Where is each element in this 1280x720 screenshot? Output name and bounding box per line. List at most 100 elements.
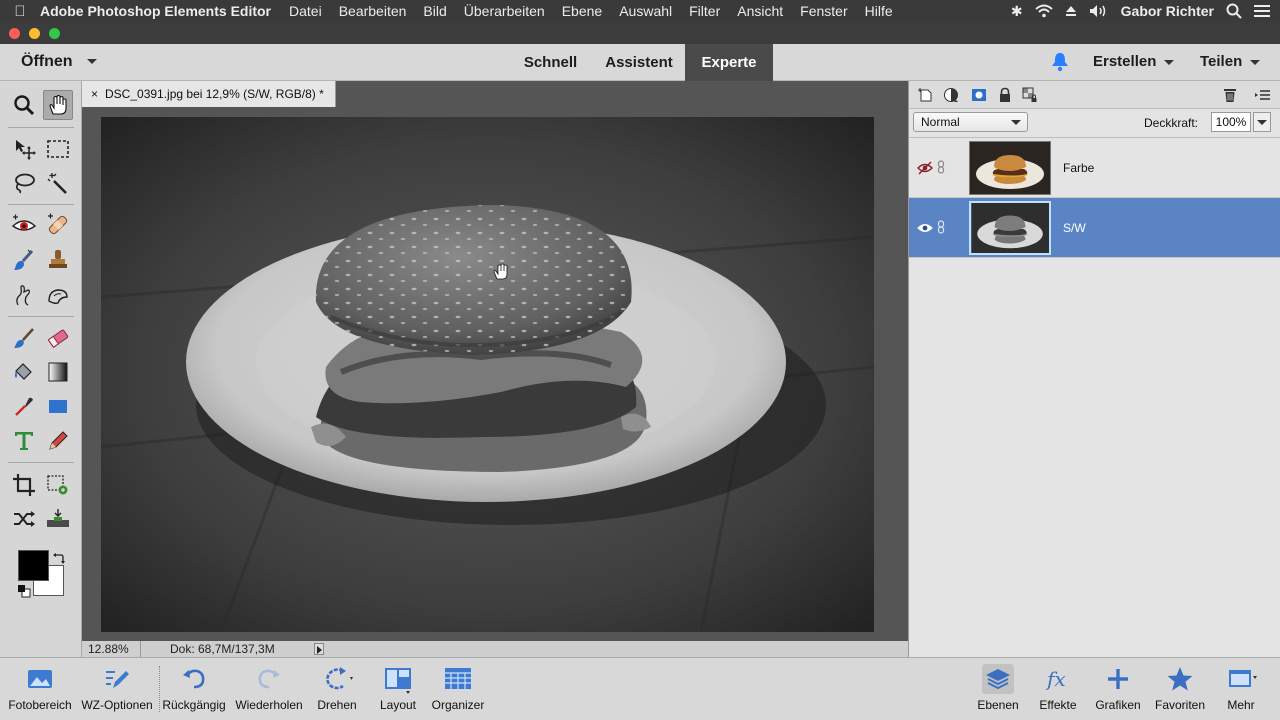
paint-bucket-tool[interactable]: [9, 357, 39, 387]
foreground-color-swatch[interactable]: [18, 550, 49, 581]
volume-icon[interactable]: [1089, 4, 1109, 18]
hand-tool[interactable]: [43, 90, 73, 120]
blur-tool[interactable]: [9, 280, 39, 310]
chevron-down-icon[interactable]: [87, 59, 97, 64]
stamp-icon: [49, 250, 67, 268]
document-tab[interactable]: × DSC_0391.jpg bei 12,9% (S/W, RGB/8) *: [82, 81, 336, 107]
opacity-input[interactable]: 100%: [1211, 112, 1251, 132]
organizer-button[interactable]: Organizer: [427, 664, 489, 712]
menu-bild[interactable]: Bild: [423, 3, 446, 19]
layer-row-sw[interactable]: S/W: [909, 198, 1280, 258]
toolbar-divider: [8, 127, 74, 128]
undo-button[interactable]: Rückgängig: [158, 664, 230, 712]
menu-ansicht[interactable]: Ansicht: [737, 3, 783, 19]
content-aware-move-tool[interactable]: [9, 504, 39, 534]
smart-brush-tool[interactable]: [9, 245, 39, 275]
spot-healing-tool[interactable]: [43, 210, 73, 240]
notification-bell-icon[interactable]: [1051, 52, 1069, 72]
eject-icon[interactable]: [1065, 5, 1077, 17]
link-icon[interactable]: [937, 160, 945, 174]
redo-label: Wiederholen: [235, 698, 303, 712]
menu-ebene[interactable]: Ebene: [562, 3, 602, 19]
link-icon[interactable]: [937, 220, 945, 234]
tab-experte[interactable]: Experte: [685, 44, 773, 81]
status-menu-arrow-icon[interactable]: [314, 643, 324, 655]
favorites-button[interactable]: Favoriten: [1151, 664, 1209, 712]
zoom-tool[interactable]: [9, 90, 39, 120]
menu-bearbeiten[interactable]: Bearbeiten: [339, 3, 407, 19]
recompose-tool[interactable]: [43, 470, 73, 500]
image-canvas[interactable]: [82, 107, 908, 641]
crop-tool[interactable]: [9, 470, 39, 500]
layers-panel-button[interactable]: Ebenen: [972, 664, 1024, 712]
lasso-icon: [15, 173, 35, 194]
graphics-button[interactable]: Grafiken: [1092, 664, 1144, 712]
recompose-gear-icon: [47, 475, 68, 495]
user-name[interactable]: Gabor Richter: [1121, 3, 1214, 19]
marquee-tool[interactable]: [43, 134, 73, 164]
burger-photo[interactable]: [101, 117, 874, 632]
layer-mask-icon[interactable]: [971, 87, 987, 103]
shape-tool[interactable]: [43, 392, 73, 422]
list-icon[interactable]: [1254, 4, 1270, 18]
tab-assistent[interactable]: Assistent: [595, 44, 683, 81]
move-tool[interactable]: [9, 134, 39, 164]
open-button[interactable]: Öffnen: [21, 53, 73, 71]
new-layer-icon[interactable]: [918, 87, 934, 103]
rotate-button[interactable]: Drehen: [307, 664, 367, 712]
layer-row-farbe[interactable]: Farbe: [909, 138, 1280, 198]
eyedropper-tool[interactable]: [9, 392, 39, 422]
swap-colors-icon[interactable]: [53, 552, 65, 564]
layout-button[interactable]: Layout: [369, 664, 427, 712]
zoom-level[interactable]: 12.88%: [88, 642, 129, 656]
lock-icon[interactable]: [997, 87, 1013, 103]
menu-ueberarbeiten[interactable]: Überarbeiten: [464, 3, 545, 19]
red-eye-tool[interactable]: [9, 210, 39, 240]
eye-plus-icon: [11, 214, 37, 231]
menu-filter[interactable]: Filter: [689, 3, 720, 19]
magic-wand-tool[interactable]: [43, 168, 73, 198]
pencil-tool[interactable]: [43, 426, 73, 456]
minimize-window-button[interactable]: [29, 28, 40, 39]
panel-menu-icon[interactable]: [1255, 87, 1271, 103]
effects-label: Effekte: [1039, 698, 1077, 712]
tool-options-icon: [106, 671, 129, 688]
close-tab-icon[interactable]: ×: [91, 87, 98, 101]
lock-transparency-icon[interactable]: [1022, 87, 1038, 103]
photo-bin-button[interactable]: Fotobereich: [4, 664, 76, 712]
brush-tool[interactable]: [9, 323, 39, 353]
close-window-button[interactable]: [9, 28, 20, 39]
eraser-tool[interactable]: [43, 323, 73, 353]
text-tool[interactable]: [9, 426, 39, 456]
lasso-tool[interactable]: [9, 168, 39, 198]
effects-button[interactable]: fx Effekte: [1032, 664, 1084, 712]
share-menu[interactable]: Teilen: [1200, 53, 1261, 70]
blend-mode-select[interactable]: Normal: [913, 112, 1028, 132]
more-button[interactable]: Mehr: [1214, 664, 1268, 712]
app-menu[interactable]: Adobe Photoshop Elements Editor: [40, 3, 271, 19]
menu-datei[interactable]: Datei: [289, 3, 322, 19]
menu-auswahl[interactable]: Auswahl: [619, 3, 672, 19]
apple-menu-icon[interactable]: : [0, 3, 40, 20]
menu-hilfe[interactable]: Hilfe: [865, 3, 893, 19]
search-icon[interactable]: [1226, 3, 1242, 19]
default-colors-icon[interactable]: [17, 584, 31, 598]
smudge-tool[interactable]: [43, 280, 73, 310]
adjustment-layer-icon[interactable]: [943, 87, 959, 103]
create-menu[interactable]: Erstellen: [1093, 53, 1175, 70]
trash-icon[interactable]: [1222, 87, 1238, 103]
wifi-icon[interactable]: [1034, 4, 1053, 18]
tool-options-button[interactable]: WZ-Optionen: [76, 664, 158, 712]
zoom-window-button[interactable]: [49, 28, 60, 39]
eye-hidden-icon[interactable]: [917, 161, 933, 175]
bluetooth-icon[interactable]: ✱: [1011, 3, 1023, 20]
tab-schnell[interactable]: Schnell: [512, 44, 589, 81]
document-tab-bar: × DSC_0391.jpg bei 12,9% (S/W, RGB/8) *: [82, 81, 908, 107]
menu-fenster[interactable]: Fenster: [800, 3, 847, 19]
straighten-tool[interactable]: [43, 504, 73, 534]
opacity-dropdown-button[interactable]: [1253, 112, 1271, 132]
gradient-tool[interactable]: [43, 357, 73, 387]
clone-stamp-tool[interactable]: [43, 245, 73, 275]
redo-button[interactable]: Wiederholen: [231, 664, 307, 712]
eye-icon[interactable]: [917, 221, 933, 235]
